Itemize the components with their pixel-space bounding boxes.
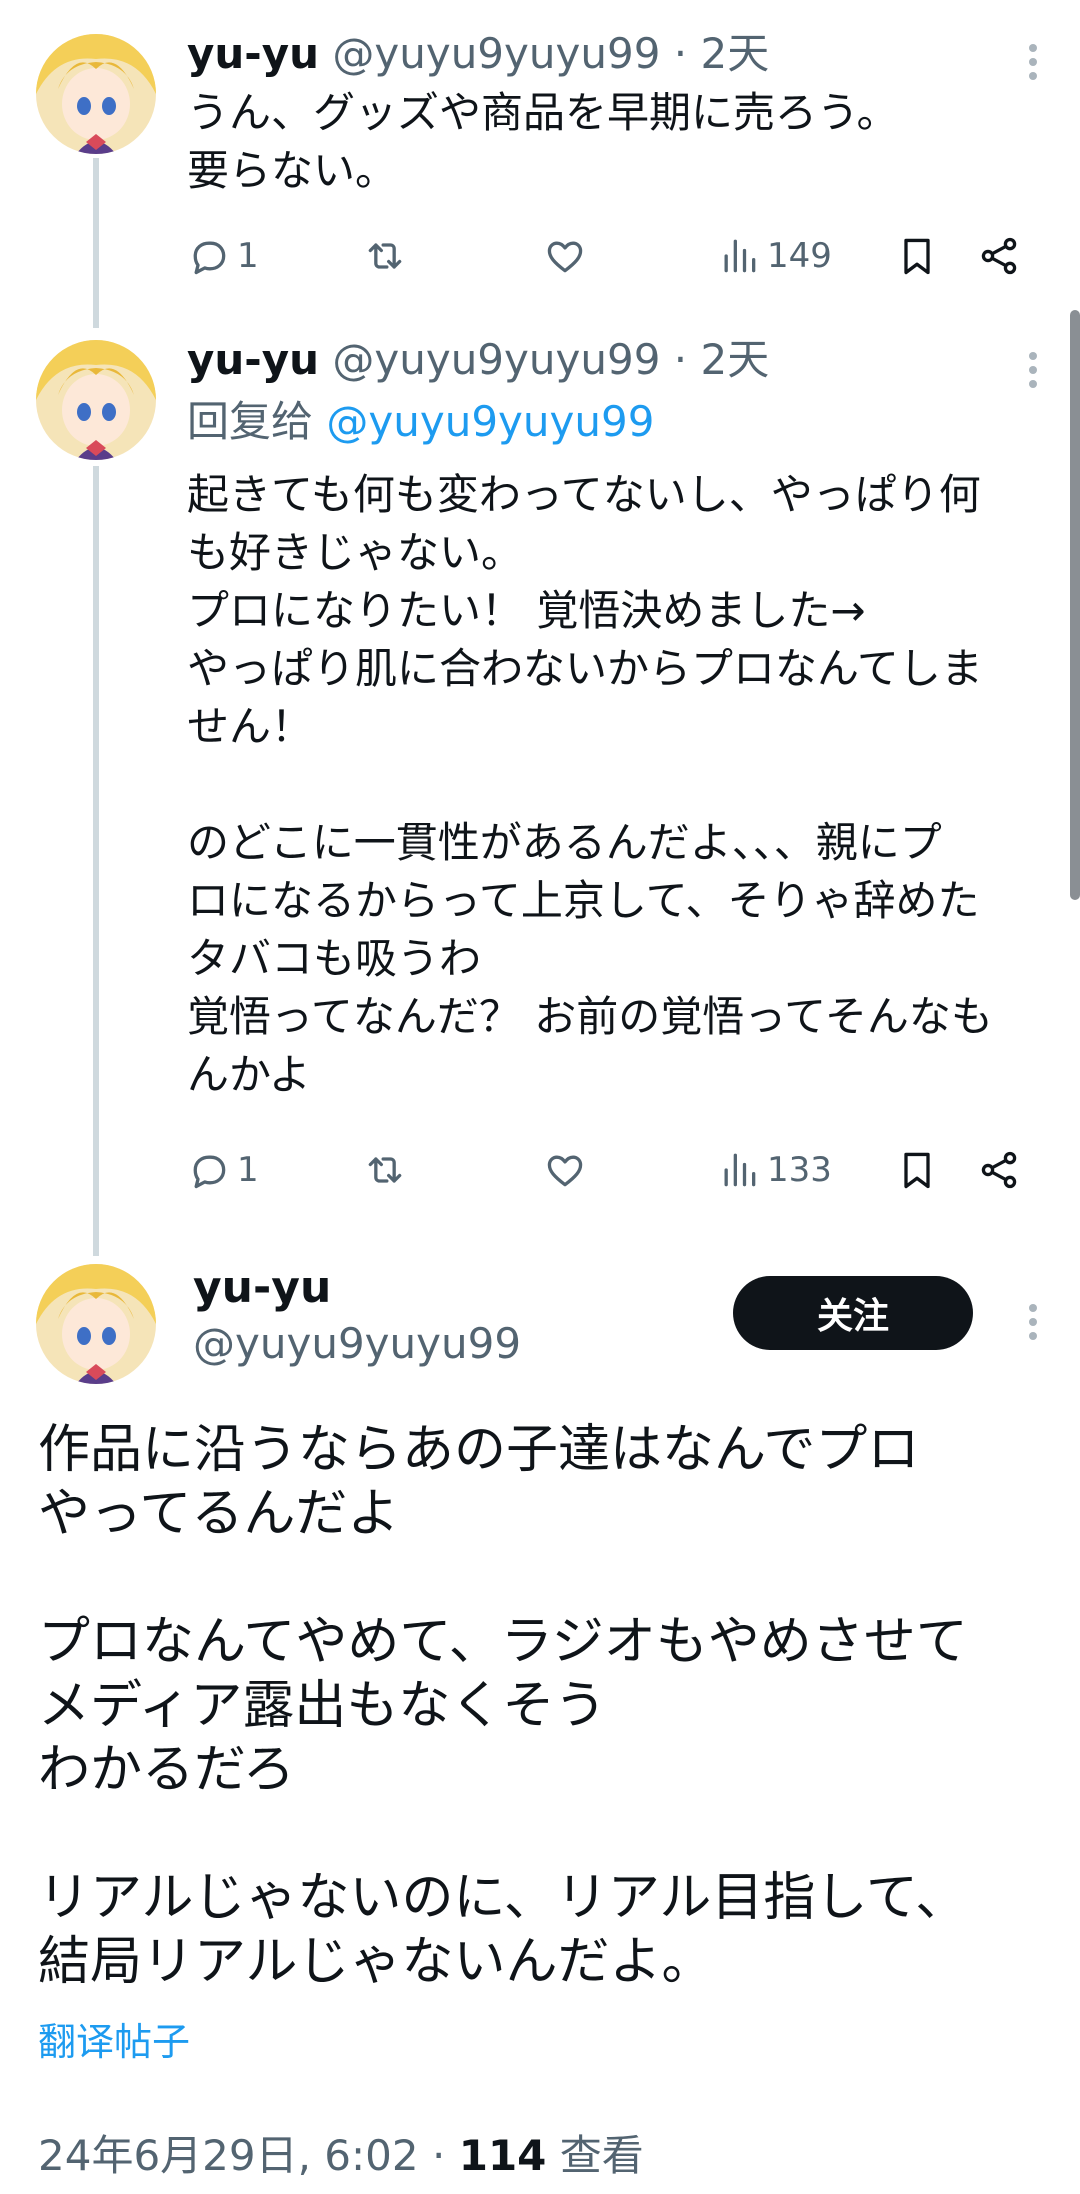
timestamp[interactable]: 24年6月29日, 6:02 (38, 2131, 419, 2180)
avatar[interactable] (36, 34, 156, 154)
views-count: 149 (767, 236, 832, 276)
separator: · (673, 335, 688, 384)
like-button[interactable] (543, 1140, 587, 1200)
views-count: 133 (767, 1150, 832, 1190)
tweet-header: yu-yu @yuyu9yuyu99 · 2天 (187, 28, 769, 80)
reply-icon (193, 1155, 226, 1189)
retweet-icon (368, 243, 402, 269)
separator: · (432, 2131, 446, 2180)
more-icon[interactable] (1028, 346, 1038, 394)
reply-context: 回复给 @yuyu9yuyu99 (187, 396, 654, 448)
views-icon (724, 1153, 756, 1187)
author-name[interactable]: yu-yu (187, 335, 319, 384)
reply-prefix: 回复给 (187, 397, 314, 446)
views-icon (724, 239, 756, 273)
follow-button[interactable]: 关注 (733, 1276, 973, 1350)
tweet[interactable]: yu-yu @yuyu9yuyu99 · 2天 うん、グッズや商品を早期に売ろう… (0, 0, 1080, 320)
timestamp[interactable]: 2天 (701, 29, 770, 78)
share-icon (981, 237, 1017, 275)
reply-button[interactable]: 1 (187, 226, 259, 286)
more-icon[interactable] (1028, 1298, 1038, 1346)
timestamp[interactable]: 2天 (701, 335, 770, 384)
reply-icon (193, 241, 226, 275)
tweet-text: 起きても何も変わってないし、やっぱり何 も好きじゃない。 プロになりたい！ 覚悟… (187, 470, 993, 1099)
retweet-button[interactable] (363, 226, 407, 286)
like-icon (547, 241, 583, 273)
views-button[interactable]: 133 (717, 1140, 832, 1200)
views-label: 查看 (559, 2131, 644, 2180)
reply-handle-link[interactable]: @yuyu9yuyu99 (326, 397, 654, 446)
bookmark-button[interactable] (895, 226, 939, 286)
bookmark-icon (904, 238, 930, 275)
translate-link[interactable]: 翻译帖子 (38, 2018, 190, 2066)
avatar[interactable] (36, 1264, 156, 1384)
author-handle[interactable]: @yuyu9yuyu99 (193, 1318, 521, 1370)
retweet-button[interactable] (363, 1140, 407, 1200)
author-name[interactable]: yu-yu (187, 29, 319, 78)
author-handle[interactable]: @yuyu9yuyu99 (332, 335, 660, 384)
views-button[interactable]: 149 (717, 226, 832, 286)
tweet-text: 作品に沿うならあの子達はなんでプロ やってるんだよ プロなんてやめて、ラジオもや… (38, 1420, 968, 1992)
retweet-icon (368, 1157, 402, 1183)
tweet-meta: 24年6月29日, 6:02 · 114 查看 (38, 2130, 644, 2182)
share-icon (981, 1151, 1017, 1189)
bookmark-icon (904, 1152, 930, 1189)
separator: · (673, 29, 688, 78)
tweet[interactable]: yu-yu @yuyu9yuyu99 · 2天 回复给 @yuyu9yuyu99… (0, 320, 1080, 1220)
reply-button[interactable]: 1 (187, 1140, 259, 1200)
share-button[interactable] (977, 226, 1021, 286)
reply-count: 1 (237, 236, 259, 276)
tweet-header: yu-yu @yuyu9yuyu99 · 2天 (187, 334, 769, 386)
more-icon[interactable] (1028, 38, 1038, 86)
author-handle[interactable]: @yuyu9yuyu99 (332, 29, 660, 78)
views-count: 114 (458, 2131, 547, 2180)
tweet-text: うん、グッズや商品を早期に売ろう。 要らない。 (187, 88, 899, 195)
reply-count: 1 (237, 1150, 259, 1190)
avatar[interactable] (36, 340, 156, 460)
bookmark-button[interactable] (895, 1140, 939, 1200)
tweet-actions: 1 133 (187, 1140, 1047, 1200)
tweet-actions: 1 149 (187, 226, 1047, 286)
like-button[interactable] (543, 226, 587, 286)
like-icon (547, 1155, 583, 1187)
author-name[interactable]: yu-yu (193, 1260, 331, 1316)
share-button[interactable] (977, 1140, 1021, 1200)
